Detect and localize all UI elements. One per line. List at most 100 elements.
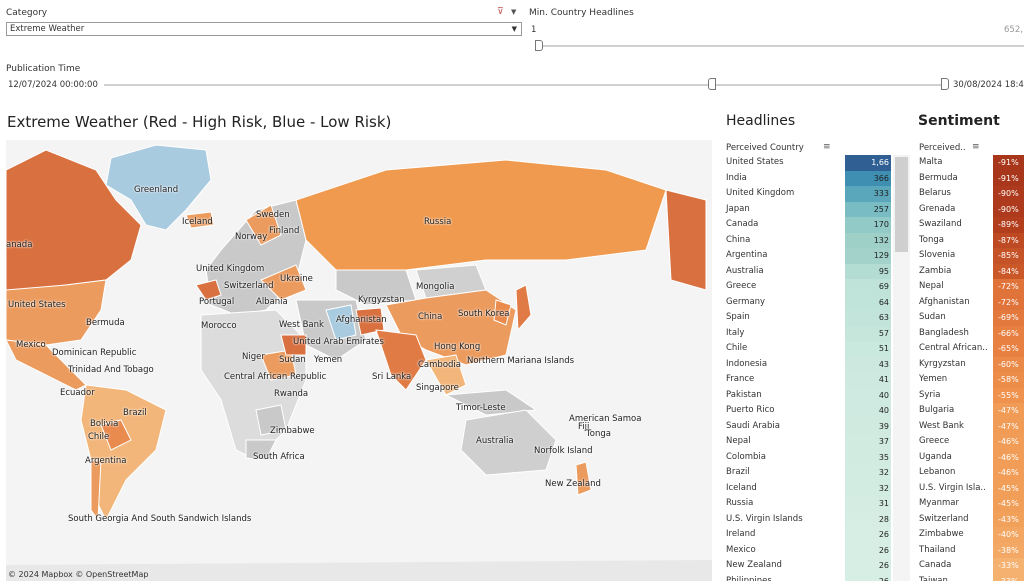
dropdown-arrow-icon[interactable]: ▼	[512, 23, 517, 35]
sentiment-value-cell: -47%	[993, 403, 1024, 419]
table-row[interactable]: Colombia 35	[722, 449, 910, 465]
headline-count-cell: 37	[845, 434, 891, 450]
sentiment-table: Malta -91% Bermuda -91% Belarus -90% Grenada -9…	[915, 155, 1024, 581]
table-row[interactable]: Italy 57	[722, 325, 910, 341]
table-row[interactable]: Belarus -90%	[915, 186, 1024, 202]
world-map[interactable]: Greenland Iceland Sweden Finland Norway …	[6, 140, 712, 581]
publication-end-handle[interactable]	[941, 78, 949, 90]
table-row[interactable]: New Zealand 26	[722, 558, 910, 574]
table-row[interactable]: U.S. Virgin Islands 28	[722, 511, 910, 527]
table-row[interactable]: Japan 257	[722, 201, 910, 217]
table-row[interactable]: Zambia -84%	[915, 263, 1024, 279]
table-row[interactable]: Greece -46%	[915, 434, 1024, 450]
table-row[interactable]: Tonga -87%	[915, 232, 1024, 248]
table-row[interactable]: Pakistan 40	[722, 387, 910, 403]
table-row[interactable]: Argentina 129	[722, 248, 910, 264]
table-row[interactable]: Syria -55%	[915, 387, 1024, 403]
table-row[interactable]: Ireland 26	[722, 527, 910, 543]
table-row[interactable]: Slovenia -85%	[915, 248, 1024, 264]
table-row[interactable]: Myanmar -45%	[915, 496, 1024, 512]
table-row[interactable]: Yemen -58%	[915, 372, 1024, 388]
table-row[interactable]: Nepal -72%	[915, 279, 1024, 295]
table-row[interactable]: Australia 95	[722, 263, 910, 279]
min-headlines-slider-track[interactable]	[540, 45, 1024, 47]
table-row[interactable]: Sudan -69%	[915, 310, 1024, 326]
map-label: Niger	[242, 352, 265, 362]
sentiment-value-cell: -33%	[993, 558, 1024, 574]
table-row[interactable]: Bulgaria -47%	[915, 403, 1024, 419]
country-name: Colombia	[726, 451, 766, 462]
table-row[interactable]: Switzerland -43%	[915, 511, 1024, 527]
sentiment-value-cell: -72%	[993, 294, 1024, 310]
filter-menu-caret-icon[interactable]: ▼	[511, 8, 516, 16]
table-row[interactable]: Germany 64	[722, 294, 910, 310]
table-row[interactable]: Puerto Rico 40	[722, 403, 910, 419]
map-label: anada	[6, 240, 33, 250]
table-row[interactable]: Bermuda -91%	[915, 170, 1024, 186]
sort-icon[interactable]: ≡	[972, 142, 980, 152]
table-row[interactable]: Chile 51	[722, 341, 910, 357]
country-name: Brazil	[726, 467, 750, 477]
table-row[interactable]: United Kingdom 333	[722, 186, 910, 202]
headline-count-cell: 170	[845, 217, 891, 233]
headlines-scrollbar-thumb[interactable]	[895, 157, 908, 252]
table-row[interactable]: Russia 31	[722, 496, 910, 512]
map-label: Dominican Republic	[52, 348, 137, 358]
sort-icon[interactable]: ≡	[823, 142, 831, 152]
headline-count-cell: 95	[845, 263, 891, 279]
publication-time-slider-track[interactable]	[104, 84, 944, 86]
table-row[interactable]: Kyrgyzstan -60%	[915, 356, 1024, 372]
table-row[interactable]: U.S. Virgin Isla.. -45%	[915, 480, 1024, 496]
country-name: Switzerland	[919, 513, 969, 524]
table-row[interactable]: India 366	[722, 170, 910, 186]
min-headlines-slider-handle[interactable]	[535, 40, 543, 51]
table-row[interactable]: Saudi Arabia 39	[722, 418, 910, 434]
table-row[interactable]: Swaziland -89%	[915, 217, 1024, 233]
table-row[interactable]: Bangladesh -66%	[915, 325, 1024, 341]
country-name: United States	[726, 157, 784, 167]
map-label: Iceland	[182, 217, 213, 227]
publication-start-handle[interactable]	[708, 78, 716, 90]
country-name: U.S. Virgin Islands	[726, 513, 803, 524]
table-row[interactable]: Nepal 37	[722, 434, 910, 450]
country-name: New Zealand	[726, 560, 782, 570]
table-row[interactable]: Canada 170	[722, 217, 910, 233]
min-headlines-to-value: 652,	[1004, 25, 1023, 35]
table-row[interactable]: Canada -33%	[915, 558, 1024, 574]
sentiment-value-cell: -90%	[993, 186, 1024, 202]
sentiment-value-cell: -46%	[993, 449, 1024, 465]
table-row[interactable]: Zimbabwe -40%	[915, 527, 1024, 543]
table-row[interactable]: Greece 69	[722, 279, 910, 295]
table-row[interactable]: Central African.. -65%	[915, 341, 1024, 357]
sentiment-value-cell: -65%	[993, 341, 1024, 357]
table-row[interactable]: Afghanistan -72%	[915, 294, 1024, 310]
table-row[interactable]: Uganda -46%	[915, 449, 1024, 465]
table-row[interactable]: United States 1,66	[722, 155, 910, 171]
table-row[interactable]: Thailand -38%	[915, 542, 1024, 558]
table-row[interactable]: Grenada -90%	[915, 201, 1024, 217]
table-row[interactable]: Mexico 26	[722, 542, 910, 558]
headlines-column-header[interactable]: Perceived Country	[726, 143, 804, 153]
table-row[interactable]: Philippines 26	[722, 573, 910, 581]
country-name: Sudan	[919, 312, 946, 322]
country-name: Taiwan	[919, 575, 948, 581]
sentiment-column-header[interactable]: Perceived..	[919, 143, 966, 153]
table-row[interactable]: Indonesia 43	[722, 356, 910, 372]
table-row[interactable]: China 132	[722, 232, 910, 248]
map-credit[interactable]: © 2024 Mapbox © OpenStreetMap	[8, 570, 148, 579]
table-row[interactable]: Taiwan -33%	[915, 573, 1024, 581]
sentiment-value-cell: -38%	[993, 542, 1024, 558]
table-row[interactable]: Brazil 32	[722, 465, 910, 481]
headline-count-cell: 35	[845, 449, 891, 465]
table-row[interactable]: Lebanon -46%	[915, 465, 1024, 481]
table-row[interactable]: West Bank -47%	[915, 418, 1024, 434]
sentiment-title: Sentiment	[918, 113, 1000, 129]
sentiment-value-cell: -46%	[993, 465, 1024, 481]
filter-clear-icon[interactable]: ⊽	[497, 7, 504, 17]
table-row[interactable]: France 41	[722, 372, 910, 388]
table-row[interactable]: Spain 63	[722, 310, 910, 326]
table-row[interactable]: Iceland 32	[722, 480, 910, 496]
table-row[interactable]: Malta -91%	[915, 155, 1024, 171]
category-dropdown[interactable]: Extreme Weather ▼	[6, 22, 522, 36]
country-name: Philippines	[726, 575, 772, 581]
